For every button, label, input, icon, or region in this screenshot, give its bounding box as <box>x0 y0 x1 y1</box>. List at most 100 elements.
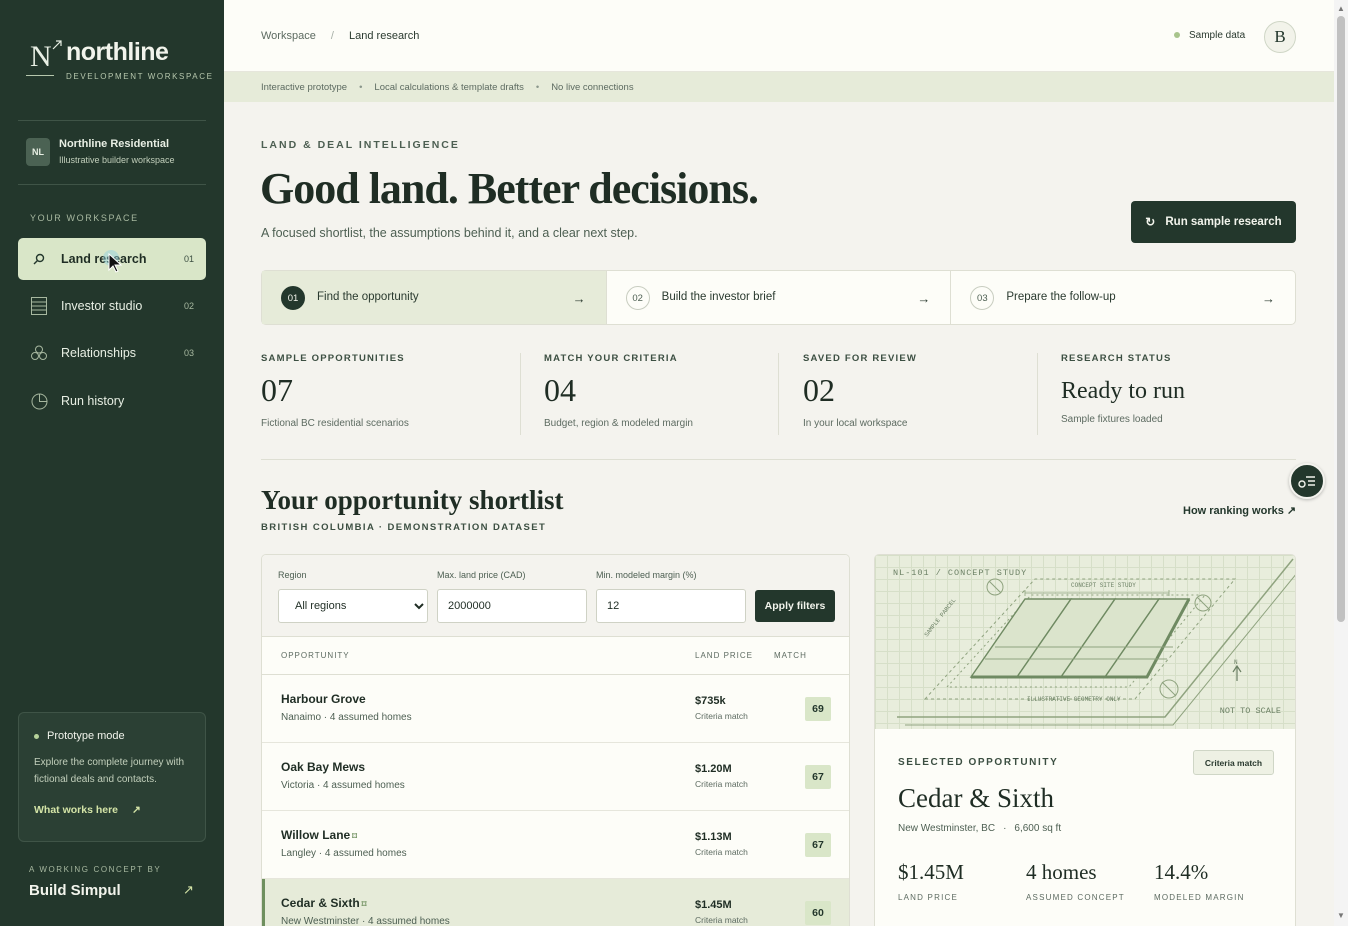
scroll-up-icon[interactable]: ▲ <box>1337 4 1345 13</box>
step-build-investor-brief[interactable]: 02 Build the investor brief → <box>607 271 952 324</box>
divider <box>520 353 521 435</box>
opportunity-name: Oak Bay Mews <box>281 760 366 774</box>
divider <box>1037 353 1038 435</box>
table-row-selected[interactable]: Cedar & Sixth ⌑ New Westminster · 4 assum… <box>262 879 849 926</box>
info-separator: • <box>535 81 540 93</box>
how-ranking-works-link[interactable]: How ranking works ↗ <box>1183 504 1296 517</box>
scrollbar-thumb[interactable] <box>1337 16 1345 622</box>
match-score: 67 <box>805 765 831 789</box>
prototype-mode-card: Prototype mode Explore the complete jour… <box>18 712 206 842</box>
stat-value: 07 <box>261 372 293 408</box>
breadcrumb-current: Land research <box>349 30 420 42</box>
stat-value: 04 <box>544 372 576 408</box>
sidebar-item-run-history[interactable]: Run history <box>18 380 206 422</box>
prototype-description: Explore the complete journey with fictio… <box>34 757 185 785</box>
divider <box>261 459 1296 460</box>
apply-filters-button[interactable]: Apply filters <box>755 590 835 622</box>
divider <box>18 184 206 185</box>
north-icon: N <box>1234 659 1238 666</box>
step-label: Find the opportunity <box>317 291 419 303</box>
logo-arrow-icon <box>52 40 62 50</box>
status-dot <box>34 733 39 739</box>
list-settings-icon <box>1298 476 1315 488</box>
max-price-input[interactable] <box>437 589 587 623</box>
step-number: 03 <box>970 286 995 310</box>
divider <box>18 120 206 121</box>
step-label: Prepare the follow-up <box>1006 291 1116 303</box>
avatar[interactable]: B <box>1264 21 1296 53</box>
top-bar: Workspace / Land research Sample data B <box>224 0 1334 72</box>
table-row[interactable]: Oak Bay Mews Victoria · 4 assumed homes … <box>262 743 849 811</box>
what-works-here-link[interactable]: What works here ↗ <box>34 804 141 816</box>
hero-subtitle: A focused shortlist, the assumptions beh… <box>261 226 638 240</box>
stat-label: RESEARCH STATUS <box>1061 353 1172 364</box>
external-link-icon: ↗ <box>132 804 141 816</box>
selected-label: SELECTED OPPORTUNITY <box>898 757 1059 768</box>
stat-match-criteria: MATCH YOUR CRITERIA 04 Budget, region & … <box>544 353 693 435</box>
opportunity-location: Langley · 4 assumed homes <box>281 848 407 859</box>
selected-location: New Westminster, BC · 6,600 sq ft <box>898 823 1062 834</box>
status-dot <box>1174 32 1180 39</box>
region-select[interactable]: All regions <box>278 589 428 623</box>
step-find-opportunity[interactable]: 01 Find the opportunity → <box>262 271 607 324</box>
step-prepare-follow-up[interactable]: 03 Prepare the follow-up → <box>951 271 1295 324</box>
opportunity-name: Harbour Grove <box>281 692 366 706</box>
column-header-match: MATCH <box>774 651 807 660</box>
stat-value: 02 <box>803 372 835 408</box>
step-number: 02 <box>625 286 650 310</box>
sample-data-status: Sample data <box>1174 30 1245 41</box>
floating-menu-button[interactable] <box>1289 463 1325 499</box>
org-name: Northline Residential <box>59 138 170 150</box>
scroll-down-icon[interactable]: ▼ <box>1337 911 1345 920</box>
document-icon <box>30 297 48 315</box>
sidebar-item-relationships[interactable]: Relationships 03 <box>18 332 206 374</box>
metric-label: ASSUMED CONCEPT <box>1026 893 1125 902</box>
people-icon <box>30 344 48 362</box>
metric-value: 4 homes <box>1026 860 1097 884</box>
run-sample-research-button[interactable]: ↻ Run sample research <box>1131 201 1296 243</box>
sidebar-item-number: 01 <box>183 254 194 264</box>
breadcrumb-root[interactable]: Workspace <box>261 30 316 42</box>
stat-note: Budget, region & modeled margin <box>544 418 693 429</box>
page-scrollbar[interactable]: ▲ ▼ <box>1334 0 1348 926</box>
page-title: Good land. Better decisions. <box>260 164 759 213</box>
credit-name[interactable]: Build Simpul <box>29 882 121 899</box>
match-label: Criteria match <box>695 779 748 789</box>
opportunity-location: Nanaimo · 4 assumed homes <box>281 712 412 723</box>
info-item: Interactive prototype <box>261 81 348 93</box>
sidebar: N northline DEVELOPMENT WORKSPACE NL Nor… <box>0 0 224 926</box>
info-item: Local calculations & template drafts <box>374 81 524 93</box>
saved-flag-icon: ⌑ <box>352 831 357 841</box>
org-subtitle: Illustrative builder workspace <box>59 155 175 165</box>
match-score: 60 <box>805 901 831 925</box>
land-price: $735k <box>695 695 726 707</box>
plan-geometry-label: ILLUSTRATIVE GEOMETRY ONLY <box>1027 696 1121 703</box>
workflow-steps: 01 Find the opportunity → 02 Build the i… <box>261 270 1296 325</box>
brand-name: northline <box>66 38 169 66</box>
status-badge: Criteria match <box>1193 750 1274 775</box>
sidebar-item-investor-studio[interactable]: Investor studio 02 <box>18 285 206 327</box>
metric-value: $1.45M <box>898 860 964 884</box>
min-margin-input[interactable] <box>596 589 746 623</box>
opportunity-location: Victoria · 4 assumed homes <box>281 780 405 791</box>
match-label: Criteria match <box>695 847 748 857</box>
button-label: Run sample research <box>1165 216 1282 228</box>
external-link-icon[interactable]: ↗ <box>183 882 194 898</box>
stat-sample-opportunities: SAMPLE OPPORTUNITIES 07 Fictional BC res… <box>261 353 409 435</box>
stat-label: MATCH YOUR CRITERIA <box>544 353 678 364</box>
min-margin-label: Min. modeled margin (%) <box>596 570 697 580</box>
table-row[interactable]: Willow Lane ⌑ Langley · 4 assumed homes $… <box>262 811 849 879</box>
info-bar: Interactive prototype • Local calculatio… <box>224 72 1334 102</box>
metric-label: MODELED MARGIN <box>1154 893 1245 902</box>
selected-title: Cedar & Sixth <box>898 783 1054 813</box>
stat-saved-for-review: SAVED FOR REVIEW 02 In your local worksp… <box>803 353 917 435</box>
filter-bar: Region All regions Max. land price (CAD)… <box>262 555 849 637</box>
arrow-right-icon: → <box>1262 291 1276 306</box>
column-header-opportunity: OPPORTUNITY <box>281 651 350 660</box>
table-row[interactable]: Harbour Grove Nanaimo · 4 assumed homes … <box>262 675 849 743</box>
breadcrumb-separator: / <box>330 30 334 42</box>
plan-tag: NL-101 / CONCEPT STUDY <box>893 568 1028 578</box>
opportunity-name: Cedar & Sixth ⌑ <box>281 896 367 910</box>
region-label: Region <box>278 570 307 580</box>
stat-label: SAMPLE OPPORTUNITIES <box>261 353 405 364</box>
